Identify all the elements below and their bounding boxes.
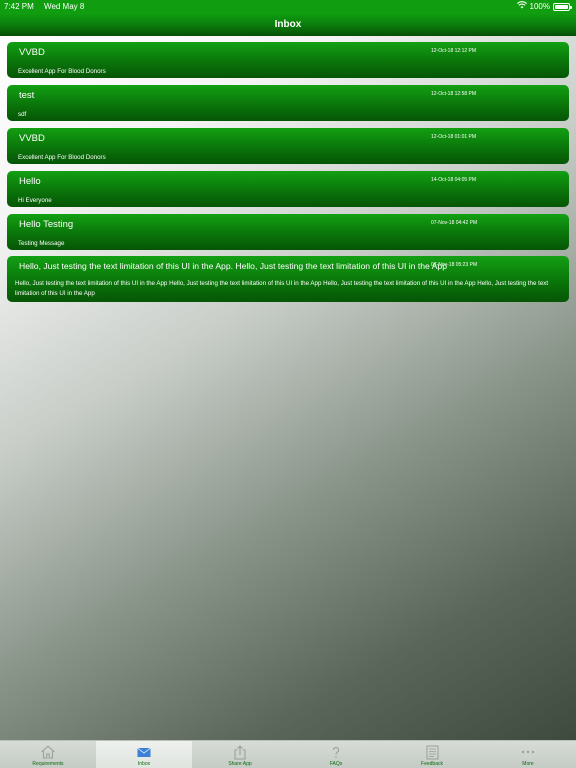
- message-date: 12-Oct-18 12:12 PM: [431, 48, 477, 54]
- message-title: test: [19, 90, 35, 101]
- message-item[interactable]: VVBD 12-Oct-18 01:01 PM Excellent App Fo…: [7, 128, 569, 164]
- tab-label: Requirements: [32, 761, 64, 767]
- message-date: 12-Oct-18 01:01 PM: [431, 134, 477, 140]
- mail-icon: [96, 744, 192, 760]
- tab-label: Share App: [228, 761, 252, 767]
- message-body: Excellent App For Blood Donors: [18, 154, 106, 161]
- question-icon: [288, 744, 384, 760]
- message-title: Hello, Just testing the text limitation …: [19, 261, 447, 271]
- document-icon: [384, 744, 480, 760]
- inbox-list[interactable]: VVBD 12-Oct-18 12:12 PM Excellent App Fo…: [0, 36, 576, 740]
- message-body: Hello, Just testing the text limitation …: [15, 280, 549, 297]
- status-bar: 7:42 PM Wed May 8 100%: [0, 0, 576, 13]
- message-item[interactable]: Hello Testing 07-Nov-18 04:42 PM Testing…: [7, 214, 569, 250]
- message-body: Excellent App For Blood Donors: [18, 68, 106, 75]
- message-date: 12-Oct-18 12:58 PM: [431, 91, 477, 97]
- message-body: sdf: [18, 111, 27, 118]
- message-title: VVBD: [19, 47, 45, 58]
- message-item[interactable]: Hello 14-Oct-18 04:05 PM Hi Everyone: [7, 171, 569, 207]
- wifi-icon: [516, 0, 527, 13]
- message-date: 07-Nov-18 04:42 PM: [431, 220, 478, 226]
- share-icon: [192, 744, 288, 760]
- message-item[interactable]: VVBD 12-Oct-18 12:12 PM Excellent App Fo…: [7, 42, 569, 78]
- tab-requirements[interactable]: Requirements: [0, 741, 96, 768]
- message-title: Hello: [19, 176, 41, 187]
- home-icon: [0, 744, 96, 760]
- tab-more[interactable]: More: [480, 741, 576, 768]
- more-icon: [480, 744, 576, 760]
- message-title: VVBD: [19, 133, 45, 144]
- tab-label: More: [522, 761, 534, 767]
- tab-feedback[interactable]: Feedback: [384, 741, 480, 768]
- tab-label: Feedback: [421, 761, 443, 767]
- message-date: 14-Oct-18 04:05 PM: [431, 177, 477, 183]
- tab-label: FAQs: [329, 761, 343, 767]
- page-title: Inbox: [274, 19, 302, 30]
- tab-bar: Requirements Inbox Share App FAQs Feedba…: [0, 740, 576, 768]
- message-title: Hello Testing: [19, 219, 74, 230]
- message-body: Hi Everyone: [18, 197, 52, 204]
- battery-icon: [553, 2, 572, 11]
- message-item[interactable]: Hello, Just testing the text limitation …: [7, 256, 569, 302]
- tab-label: Inbox: [137, 761, 151, 767]
- status-date: Wed May 8: [44, 2, 85, 11]
- message-item[interactable]: test 12-Oct-18 12:58 PM sdf: [7, 85, 569, 121]
- battery-percent: 100%: [529, 2, 550, 11]
- nav-bar: Inbox: [0, 13, 576, 36]
- tab-inbox[interactable]: Inbox: [96, 741, 192, 768]
- message-body: Testing Message: [18, 240, 65, 247]
- tab-faqs[interactable]: FAQs: [288, 741, 384, 768]
- status-time: 7:42 PM: [4, 2, 34, 11]
- tab-share-app[interactable]: Share App: [192, 741, 288, 768]
- message-date: 07-Nov-18 05:23 PM: [431, 262, 478, 268]
